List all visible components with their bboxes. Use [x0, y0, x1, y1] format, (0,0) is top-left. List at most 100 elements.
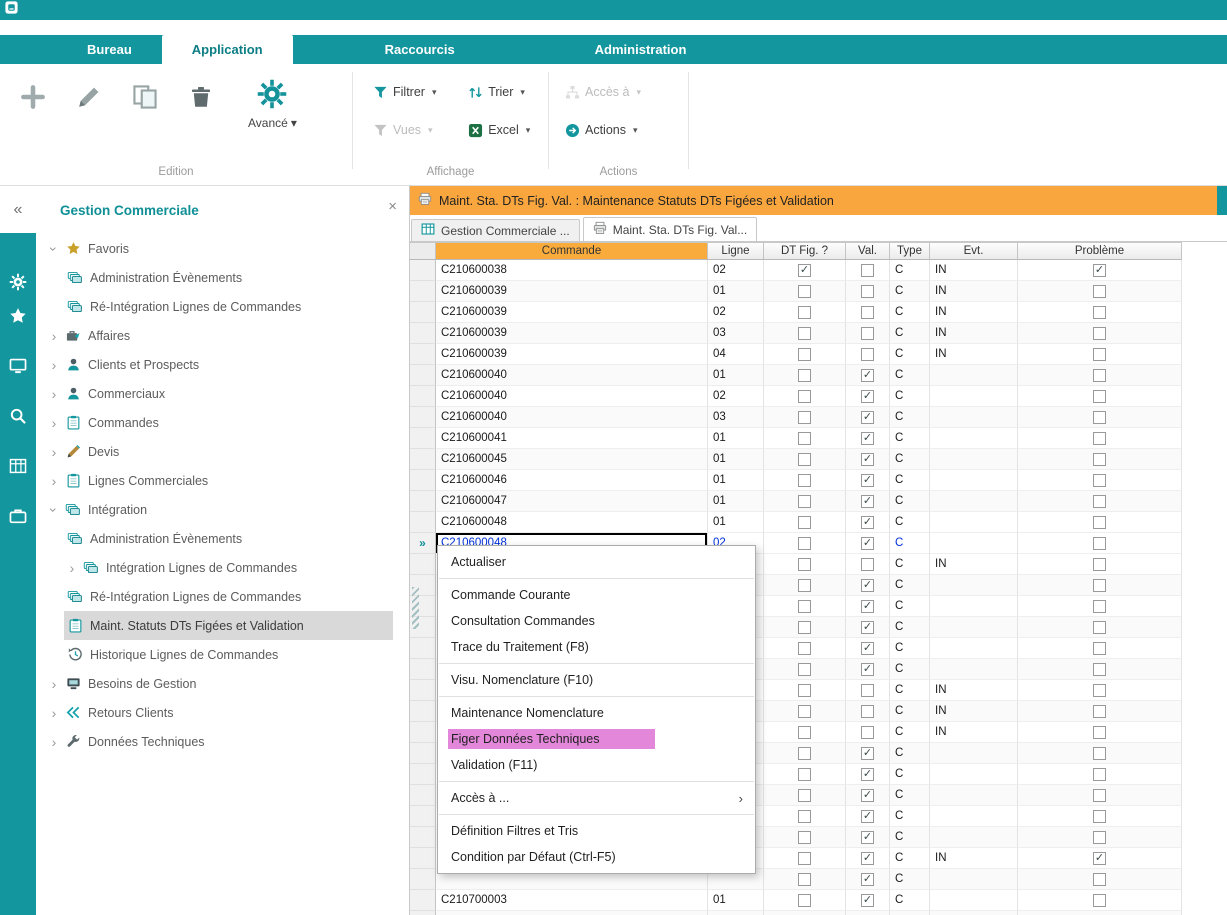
row-selector[interactable]: [410, 680, 436, 701]
close-icon[interactable]: ×: [388, 199, 397, 214]
val-checkbox[interactable]: [861, 663, 874, 676]
chevron-right-icon[interactable]: ›: [46, 473, 62, 489]
val-checkbox[interactable]: [861, 642, 874, 655]
dtfig-checkbox[interactable]: [798, 306, 811, 319]
row-selector[interactable]: [410, 722, 436, 743]
probleme-checkbox[interactable]: [1093, 894, 1106, 907]
chevron-right-icon[interactable]: ›: [46, 357, 62, 373]
chevron-right-icon[interactable]: ›: [46, 705, 62, 721]
dtfig-checkbox[interactable]: [798, 558, 811, 571]
row-selector[interactable]: [410, 785, 436, 806]
sort-button[interactable]: Trier ▾: [464, 78, 548, 106]
menu-item-consultation-commandes[interactable]: Consultation Commandes: [438, 608, 755, 634]
dtfig-checkbox[interactable]: [798, 663, 811, 676]
probleme-checkbox[interactable]: [1093, 642, 1106, 655]
val-checkbox[interactable]: [861, 810, 874, 823]
splitter-handle[interactable]: [412, 587, 419, 629]
nav-item-historique-lignes-de-commandes[interactable]: Historique Lignes de Commandes: [36, 640, 409, 669]
row-selector[interactable]: [410, 365, 436, 386]
dtfig-checkbox[interactable]: [798, 726, 811, 739]
dtfig-checkbox[interactable]: [798, 684, 811, 697]
dtfig-checkbox[interactable]: [798, 264, 811, 277]
cell-commande[interactable]: C210600039: [436, 323, 708, 344]
actions-button[interactable]: Actions ▾: [561, 116, 688, 144]
cell-commande[interactable]: C210600039: [436, 281, 708, 302]
doc-tab-maint-sta-dts-fig-val[interactable]: Maint. Sta. DTs Fig. Val...: [583, 217, 757, 241]
cell-commande[interactable]: C210600039: [436, 302, 708, 323]
val-checkbox[interactable]: [861, 600, 874, 613]
val-checkbox[interactable]: [861, 684, 874, 697]
filter-button[interactable]: Filtrer ▾: [369, 78, 454, 106]
dtfig-checkbox[interactable]: [798, 411, 811, 424]
probleme-checkbox[interactable]: [1093, 495, 1106, 508]
val-checkbox[interactable]: [861, 516, 874, 529]
grid-icon[interactable]: [5, 453, 31, 479]
dtfig-checkbox[interactable]: [798, 516, 811, 529]
chevron-right-icon[interactable]: ›: [46, 444, 62, 460]
val-checkbox[interactable]: [861, 852, 874, 865]
cell-commande[interactable]: C210600048: [436, 512, 708, 533]
val-checkbox[interactable]: [861, 306, 874, 319]
val-checkbox[interactable]: [861, 873, 874, 886]
cell-commande[interactable]: C210600041: [436, 428, 708, 449]
cell-ligne[interactable]: 01: [708, 890, 764, 911]
probleme-checkbox[interactable]: [1093, 411, 1106, 424]
nav-item-commandes[interactable]: ›Commandes: [36, 408, 409, 437]
val-checkbox[interactable]: [861, 264, 874, 277]
val-checkbox[interactable]: [861, 411, 874, 424]
dtfig-checkbox[interactable]: [798, 390, 811, 403]
dtfig-checkbox[interactable]: [798, 768, 811, 781]
probleme-checkbox[interactable]: [1093, 537, 1106, 550]
nav-item-re-integration-lignes-de-commandes[interactable]: Ré-Intégration Lignes de Commandes: [36, 292, 409, 321]
cell-commande[interactable]: C210600045: [436, 449, 708, 470]
probleme-checkbox[interactable]: [1093, 873, 1106, 886]
cell-ligne[interactable]: 01: [708, 449, 764, 470]
menu-item-validation-f11[interactable]: Validation (F11): [438, 752, 755, 778]
cell-commande[interactable]: C210600046: [436, 470, 708, 491]
nav-item-donnees-techniques[interactable]: ›Données Techniques: [36, 727, 409, 756]
nav-item-administration-evenements[interactable]: Administration Évènements: [36, 524, 409, 553]
row-selector[interactable]: [410, 407, 436, 428]
val-checkbox[interactable]: [861, 579, 874, 592]
menu-item-commande-courante[interactable]: Commande Courante: [438, 582, 755, 608]
delete-button[interactable]: [184, 82, 218, 116]
menu-item-maintenance-nomenclature[interactable]: Maintenance Nomenclature: [438, 700, 755, 726]
collapse-panel-icon[interactable]: «: [0, 186, 36, 233]
cell-ligne[interactable]: 02: [708, 386, 764, 407]
nav-item-re-integration-lignes-de-commandes[interactable]: Ré-Intégration Lignes de Commandes: [36, 582, 409, 611]
probleme-checkbox[interactable]: [1093, 327, 1106, 340]
row-selector[interactable]: [410, 281, 436, 302]
probleme-checkbox[interactable]: [1093, 747, 1106, 760]
probleme-checkbox[interactable]: [1093, 264, 1106, 277]
val-checkbox[interactable]: [861, 369, 874, 382]
row-selector[interactable]: [410, 260, 436, 281]
chevron-right-icon[interactable]: ›: [64, 560, 80, 576]
column-header-val[interactable]: Val.: [846, 243, 890, 259]
nav-item-retours-clients[interactable]: ›Retours Clients: [36, 698, 409, 727]
nav-item-besoins-de-gestion[interactable]: ›Besoins de Gestion: [36, 669, 409, 698]
chevron-right-icon[interactable]: ›: [46, 734, 62, 750]
cell-ligne[interactable]: 02: [708, 302, 764, 323]
excel-button[interactable]: Excel ▾: [464, 116, 548, 144]
row-selector[interactable]: [410, 386, 436, 407]
val-checkbox[interactable]: [861, 831, 874, 844]
probleme-checkbox[interactable]: [1093, 432, 1106, 445]
val-checkbox[interactable]: [861, 432, 874, 445]
dtfig-checkbox[interactable]: [798, 537, 811, 550]
row-selector[interactable]: [410, 743, 436, 764]
ribbon-tab-administration[interactable]: Administration: [565, 35, 717, 64]
desktop-icon[interactable]: [5, 353, 31, 379]
nav-item-affaires[interactable]: ›Affaires: [36, 321, 409, 350]
chevron-right-icon[interactable]: ›: [46, 676, 62, 692]
cell-ligne[interactable]: 02: [708, 260, 764, 281]
cell-ligne[interactable]: 01: [708, 491, 764, 512]
dtfig-checkbox[interactable]: [798, 348, 811, 361]
row-selector[interactable]: [410, 890, 436, 911]
cell-ligne[interactable]: [708, 911, 764, 915]
menu-item-definition-filtres-et-tris[interactable]: Définition Filtres et Tris: [438, 818, 755, 844]
val-checkbox[interactable]: [861, 327, 874, 340]
dtfig-checkbox[interactable]: [798, 852, 811, 865]
probleme-checkbox[interactable]: [1093, 558, 1106, 571]
views-button[interactable]: Vues ▾: [369, 116, 454, 144]
chevron-right-icon[interactable]: ›: [46, 415, 62, 431]
